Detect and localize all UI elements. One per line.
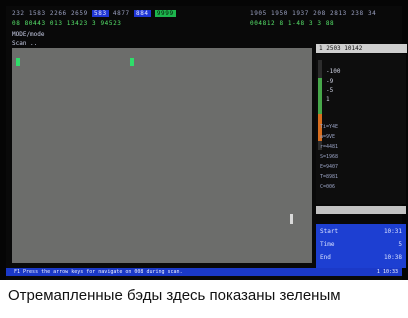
right-panel-header: 1 2503 10142 bbox=[316, 44, 407, 53]
caption-area: Отремапленные бэды здесь показаны зелены… bbox=[0, 280, 408, 318]
scale-value: -100 bbox=[326, 68, 341, 75]
status-message: F1 Press the arrow keys for navigate on … bbox=[14, 269, 183, 275]
counters-left: 08 80443 013 13423 3 94523 bbox=[12, 20, 122, 27]
end-label: End bbox=[320, 254, 331, 261]
scan-info-box: Start 10:31 Time 5 End 10:38 bbox=[316, 224, 406, 268]
remapped-block-marker bbox=[130, 58, 134, 66]
top-status-right: 1905 1950 1937 208 2813 238 34 bbox=[250, 10, 377, 17]
status-bar: F1 Press the arrow keys for navigate on … bbox=[6, 268, 402, 276]
time-value: 5 bbox=[398, 241, 402, 248]
param-label: C=006 bbox=[320, 184, 336, 190]
top-left-text: 232 1583 2266 2659 bbox=[12, 10, 88, 17]
param-label: a=9VE bbox=[320, 134, 336, 140]
mode-label: MODE/mode bbox=[12, 31, 45, 38]
start-value: 10:31 bbox=[383, 228, 402, 235]
top-highlight-blue-2: 884 bbox=[133, 10, 151, 17]
start-label: Start bbox=[320, 228, 339, 235]
time-label: Time bbox=[320, 241, 335, 248]
end-value: 10:38 bbox=[383, 254, 402, 261]
legend-panel: -100 -9 -5 1 Ti=Y4E a=9VE r=4481 S=1968 … bbox=[316, 54, 406, 204]
top-status-left: 232 1583 2266 2659 583 4877 884 9999 bbox=[12, 10, 176, 17]
scale-value: 1 bbox=[326, 96, 330, 103]
surface-scan-map[interactable] bbox=[12, 48, 312, 263]
param-label: Ti=Y4E bbox=[320, 124, 339, 130]
counters-right: 004812 8 1-48 3 3 88 bbox=[250, 20, 335, 27]
status-time: 1 10:33 bbox=[376, 269, 398, 275]
scan-cursor bbox=[290, 214, 293, 224]
top-highlight-green: 9999 bbox=[154, 10, 176, 17]
top-highlight-blue-1: 583 bbox=[92, 10, 109, 17]
remapped-block-marker bbox=[16, 58, 20, 66]
param-label: S=1968 bbox=[320, 154, 339, 160]
top-left-mid: 4877 bbox=[112, 10, 130, 17]
param-label: T=8981 bbox=[320, 174, 339, 180]
param-label: r=4481 bbox=[320, 144, 339, 150]
scale-value: -9 bbox=[326, 78, 334, 85]
scan-label: Scan .. bbox=[12, 40, 38, 47]
caption-text: Отремапленные бэды здесь показаны зелены… bbox=[8, 287, 341, 304]
scale-value: -5 bbox=[326, 87, 334, 94]
hdd-scan-screen: 232 1583 2266 2659 583 4877 884 9999 190… bbox=[0, 0, 408, 280]
param-label: E=9407 bbox=[320, 164, 339, 170]
progress-bar bbox=[316, 206, 406, 214]
